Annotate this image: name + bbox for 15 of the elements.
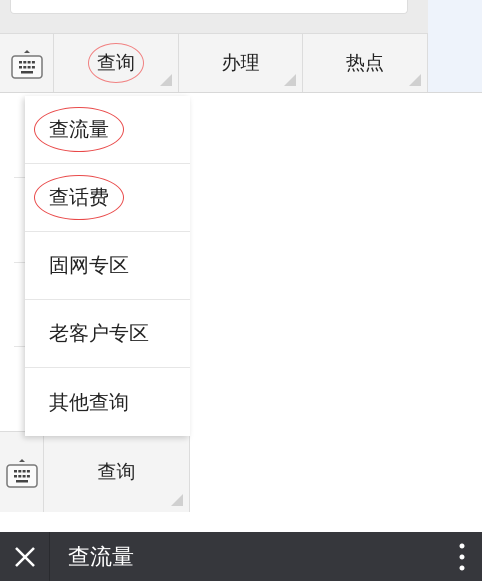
menu-item[interactable]: 查流量	[25, 96, 190, 164]
close-icon	[14, 546, 36, 568]
corner-icon	[160, 74, 172, 86]
input-field[interactable]	[10, 0, 408, 14]
more-icon	[459, 542, 465, 570]
page-title: 查流量	[67, 544, 135, 572]
menu-tab[interactable]: 办理	[178, 34, 304, 92]
corner-icon	[409, 74, 422, 86]
menu-item[interactable]: 其他查询	[25, 368, 190, 436]
menu-item[interactable]: 老客户专区	[25, 300, 190, 368]
menu-item[interactable]: 查话费	[25, 164, 190, 232]
menu-item[interactable]: 固网专区	[25, 232, 190, 300]
corner-icon	[171, 494, 183, 506]
corner-icon	[284, 74, 296, 86]
menu-tab[interactable]: 查询	[54, 34, 179, 92]
